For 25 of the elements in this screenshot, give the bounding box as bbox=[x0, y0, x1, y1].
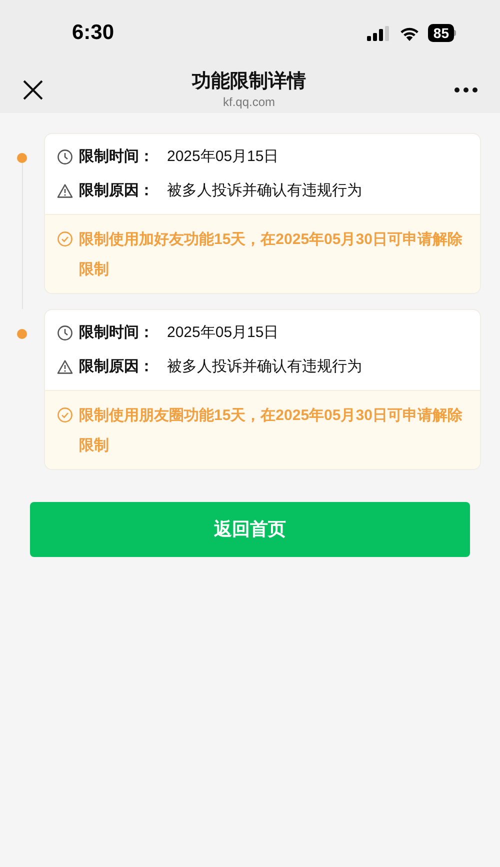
reason-label: 限制原因： bbox=[79, 356, 155, 376]
close-icon[interactable] bbox=[22, 78, 44, 100]
clock-icon bbox=[57, 149, 73, 166]
reason-label: 限制原因： bbox=[79, 180, 155, 200]
clock-icon bbox=[57, 325, 73, 342]
reason-value: 被多人投诉并确认有违规行为 bbox=[167, 180, 362, 200]
warning-icon bbox=[57, 358, 73, 375]
signal-icon bbox=[367, 26, 392, 40]
time-value: 2025年05月15日 bbox=[167, 323, 279, 343]
status-time: 6:30 bbox=[72, 20, 114, 46]
wifi-icon bbox=[399, 26, 420, 40]
check-circle-icon bbox=[57, 407, 73, 423]
time-label: 限制时间： bbox=[79, 323, 155, 343]
notice-text: 限制使用加好友功能15天，在2025年05月30日可申请解除限制 bbox=[79, 230, 464, 280]
warning-icon bbox=[57, 182, 73, 199]
reason-value: 被多人投诉并确认有违规行为 bbox=[167, 356, 362, 376]
page-title: 功能限制详情 bbox=[192, 70, 306, 94]
check-circle-icon bbox=[57, 231, 73, 247]
more-icon[interactable] bbox=[454, 86, 478, 92]
time-label: 限制时间： bbox=[79, 147, 155, 167]
time-value: 2025年05月15日 bbox=[167, 147, 279, 167]
battery-level: 85 bbox=[428, 24, 454, 42]
back-home-button[interactable]: 返回首页 bbox=[30, 502, 470, 557]
page-url: kf.qq.com bbox=[222, 94, 276, 110]
notice-text: 限制使用朋友圈功能15天，在2025年05月30日可申请解除限制 bbox=[79, 406, 464, 456]
